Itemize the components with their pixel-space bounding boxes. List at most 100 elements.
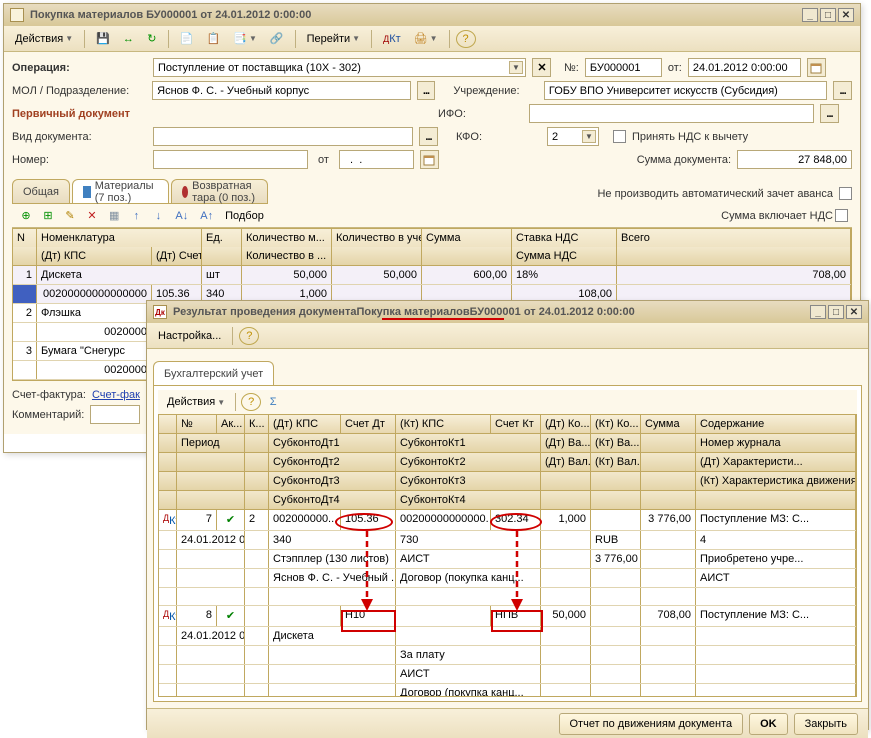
tab-general[interactable]: Общая bbox=[12, 179, 70, 203]
close-button[interactable]: ✕ bbox=[838, 8, 854, 22]
close-button-2[interactable]: Закрыть bbox=[794, 713, 858, 735]
add-icon[interactable]: ⊕ bbox=[16, 206, 36, 226]
inst-dots[interactable]: ... bbox=[833, 81, 852, 100]
ot2-label: от bbox=[318, 154, 329, 166]
col-kps: (Дт) КПС bbox=[37, 247, 152, 265]
minimize-button[interactable]: _ bbox=[802, 8, 818, 22]
schetf-link[interactable]: Счет-фак bbox=[92, 389, 140, 401]
calendar2-icon[interactable] bbox=[420, 150, 439, 169]
dk-icon: Дк bbox=[153, 305, 167, 319]
sum-input[interactable] bbox=[737, 150, 852, 169]
res-help2-icon[interactable]: ? bbox=[241, 393, 261, 411]
calendar-icon[interactable] bbox=[807, 58, 826, 77]
nds-check-label: Принять НДС к вычету bbox=[632, 131, 748, 143]
res-minimize-button[interactable]: _ bbox=[810, 305, 826, 319]
col-sumnds: Сумма НДС bbox=[512, 247, 617, 265]
main-titlebar: Покупка материалов БУ000001 от 24.01.201… bbox=[4, 4, 860, 26]
col-kolu2: Количество в ... bbox=[242, 247, 332, 265]
ifo-label: ИФО: bbox=[438, 108, 523, 120]
res-title-pre: Результат проведения документа bbox=[173, 306, 356, 318]
num-input[interactable] bbox=[585, 58, 662, 77]
vid-select[interactable] bbox=[153, 127, 413, 146]
grid-icon[interactable]: ▦ bbox=[104, 206, 124, 226]
accounting-grid[interactable]: № Ак... К... (Дт) КПС Счет Дт (Кт) КПС С… bbox=[158, 414, 857, 697]
goto-menu[interactable]: Перейти▼ bbox=[302, 29, 366, 49]
mol-dots[interactable]: ... bbox=[417, 81, 436, 100]
res-title-post: БУ000001 от 24.01.2012 0:00:00 bbox=[470, 306, 635, 318]
sum-label: Сумма документа: bbox=[637, 154, 731, 166]
copy-icon[interactable]: 📄 bbox=[175, 29, 199, 49]
res-actions-menu[interactable]: Действия▼ bbox=[162, 392, 230, 412]
tab-tara[interactable]: Возвратная тара (0 поз.) bbox=[171, 179, 268, 203]
edit-icon[interactable]: ✎ bbox=[60, 206, 80, 226]
res-titlebar: Дк Результат проведения документа Покупк… bbox=[147, 301, 868, 323]
dk-button[interactable]: ДКт bbox=[378, 29, 406, 49]
table-row[interactable]: Стэпплер (130 листов) АИСТ 3 776,00 Прио… bbox=[159, 550, 856, 569]
table-row[interactable]: ДКт 8 ✔ Н10 НПВ 50,000 708,00 Поступлени… bbox=[159, 606, 856, 627]
res-title-doc: Покупка материалов bbox=[356, 306, 469, 318]
nds-incl-checkbox[interactable] bbox=[835, 209, 848, 222]
maximize-button[interactable]: □ bbox=[820, 8, 836, 22]
basedon-icon[interactable]: 📑▼ bbox=[228, 29, 262, 49]
avans-checkbox[interactable] bbox=[839, 187, 852, 200]
print-icon[interactable]: 🖨▼ bbox=[409, 29, 443, 49]
col-schet: (Дт) Счет bbox=[152, 247, 202, 265]
nomer-label: Номер: bbox=[12, 154, 147, 166]
sort-asc-icon[interactable]: A↓ bbox=[170, 206, 193, 226]
nds-checkbox[interactable] bbox=[613, 130, 626, 143]
operation-label: Операция: bbox=[12, 62, 147, 74]
delete-icon[interactable]: ✕ bbox=[82, 206, 102, 226]
up-icon[interactable]: ↑ bbox=[126, 206, 146, 226]
actions-menu[interactable]: Действия▼ bbox=[10, 29, 78, 49]
go-icon[interactable]: ↔ bbox=[118, 29, 139, 49]
add2-icon[interactable]: ⊞ bbox=[38, 206, 58, 226]
table-row[interactable]: 1 Дискета шт 50,000 50,000 600,00 18% 70… bbox=[13, 266, 851, 285]
sort-desc-icon[interactable]: A↑ bbox=[195, 206, 218, 226]
mol-select[interactable]: Яснов Ф. С. - Учебный корпус bbox=[152, 81, 410, 100]
report-button[interactable]: Отчет по движениям документа bbox=[559, 713, 744, 735]
operation-clear[interactable]: ✕ bbox=[532, 58, 551, 77]
kfo-select[interactable]: 2▼ bbox=[547, 127, 599, 146]
settings-button[interactable]: Настройка... bbox=[153, 326, 226, 346]
down-icon[interactable]: ↓ bbox=[148, 206, 168, 226]
operation-select[interactable]: Поступление от поставщика (10Х - 302)▼ bbox=[153, 58, 526, 77]
res-close-button[interactable]: ✕ bbox=[846, 305, 862, 319]
save-icon[interactable]: 💾 bbox=[91, 29, 115, 49]
tab-accounting[interactable]: Бухгалтерский учет bbox=[153, 361, 274, 385]
res-help-icon[interactable]: ? bbox=[239, 327, 259, 345]
nomer-input[interactable] bbox=[153, 150, 308, 169]
table-row[interactable]: Договор (покупка канц... bbox=[159, 684, 856, 697]
res-maximize-button[interactable]: □ bbox=[828, 305, 844, 319]
tab-materials[interactable]: Материалы (7 поз.) bbox=[72, 179, 169, 203]
table-row[interactable]: 24.01.2012 0:00:00 Дискета bbox=[159, 627, 856, 646]
table-row[interactable]: ДКт 7 ✔ 2 002000000... 105.36 0020000000… bbox=[159, 510, 856, 531]
date-input[interactable] bbox=[688, 58, 801, 77]
podbor-button[interactable]: Подбор bbox=[220, 206, 269, 226]
doc-icon-2[interactable]: 📋 bbox=[202, 29, 226, 49]
num-label: №: bbox=[564, 62, 579, 74]
table-row[interactable]: АИСТ bbox=[159, 665, 856, 684]
res-sum-icon[interactable]: Σ bbox=[263, 392, 283, 412]
help-icon[interactable]: ? bbox=[456, 30, 476, 48]
date2-input[interactable] bbox=[339, 150, 414, 169]
vid-dots[interactable]: ... bbox=[419, 127, 438, 146]
vid-label: Вид документа: bbox=[12, 131, 147, 143]
schetf-label: Счет-фактура: bbox=[12, 389, 86, 401]
ifo-dots[interactable]: ... bbox=[820, 104, 839, 123]
primary-doc-label: Первичный документ bbox=[12, 108, 432, 120]
table-row[interactable] bbox=[159, 588, 856, 606]
avans-label: Не производить автоматический зачет аван… bbox=[597, 188, 833, 200]
table-row[interactable]: Яснов Ф. С. - Учебный ... Договор (покуп… bbox=[159, 569, 856, 588]
doc-icon bbox=[10, 8, 24, 22]
table-row[interactable]: 24.01.2012 0:00:00 340 730 RUB 4 bbox=[159, 531, 856, 550]
komm-input[interactable] bbox=[90, 405, 140, 424]
inst-label: Учреждение: bbox=[453, 85, 537, 97]
refresh-icon[interactable]: ↻ bbox=[142, 29, 162, 49]
kfo-label: КФО: bbox=[456, 131, 541, 143]
struct-icon[interactable]: 🔗 bbox=[265, 29, 289, 49]
ifo-select[interactable] bbox=[529, 104, 814, 123]
table-row[interactable]: За плату bbox=[159, 646, 856, 665]
ok-button[interactable]: OK bbox=[749, 713, 788, 735]
main-title: Покупка материалов БУ000001 от 24.01.201… bbox=[30, 9, 311, 21]
inst-select[interactable]: ГОБУ ВПО Университет искусств (Субсидия) bbox=[544, 81, 827, 100]
